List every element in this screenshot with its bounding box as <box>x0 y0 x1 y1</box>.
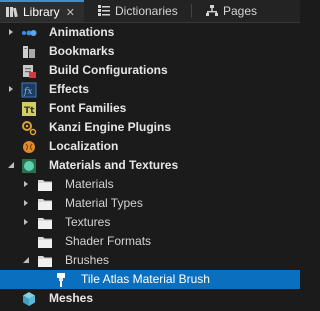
collapse-arrow-icon[interactable] <box>7 161 15 169</box>
effects-icon: fx <box>21 82 37 98</box>
tree-item-textures[interactable]: Textures <box>0 213 300 232</box>
tab-label: Dictionaries <box>115 4 178 18</box>
tree-item-label: Bookmarks <box>49 44 115 58</box>
tree-item-label: Tile Atlas Material Brush <box>81 272 210 286</box>
svg-text:Tt: Tt <box>24 106 35 116</box>
tree-item-materials[interactable]: Materials <box>0 175 300 194</box>
expand-arrow-icon[interactable] <box>7 28 15 36</box>
tree-item-label: Localization <box>49 139 119 153</box>
dictionaries-icon <box>97 4 111 18</box>
pages-icon <box>205 4 219 18</box>
tree-item-label: Textures <box>65 215 111 229</box>
folder-icon <box>37 234 53 250</box>
expand-arrow-icon[interactable] <box>22 218 30 226</box>
tree-item-label: Shader Formats <box>65 234 152 248</box>
close-icon[interactable]: ✕ <box>66 6 75 19</box>
tree-item-material-types[interactable]: Material Types <box>0 194 300 213</box>
brush-icon <box>53 272 69 288</box>
tree-item-localization[interactable]: Localization <box>0 137 300 156</box>
tree-item-tile-atlas-material-brush[interactable]: Tile Atlas Material Brush <box>0 270 300 289</box>
tab-library[interactable]: Library ✕ <box>0 0 84 22</box>
font-icon: Tt <box>21 101 37 117</box>
expand-arrow-icon[interactable] <box>22 199 30 207</box>
tab-bar: Library ✕ Dictionaries Pages <box>0 0 300 23</box>
tree-item-effects[interactable]: fx Effects <box>0 80 300 99</box>
tab-dictionaries[interactable]: Dictionaries <box>92 0 192 22</box>
collapse-arrow-icon[interactable] <box>22 256 30 264</box>
tree-item-brushes[interactable]: Brushes <box>0 251 300 270</box>
tree-item-label: Materials <box>65 177 114 191</box>
tree-item-label: Kanzi Engine Plugins <box>49 120 172 134</box>
mesh-icon <box>21 291 37 307</box>
tree-item-label: Material Types <box>65 196 143 210</box>
tree-item-label: Font Families <box>49 101 127 115</box>
plugin-icon <box>21 120 37 136</box>
tab-label: Library <box>23 5 60 19</box>
folder-icon <box>37 196 53 212</box>
tree-item-label: Materials and Textures <box>49 158 179 172</box>
svg-text:fx: fx <box>23 87 32 97</box>
tree-item-kanzi-engine-plugins[interactable]: Kanzi Engine Plugins <box>0 118 300 137</box>
tab-label: Pages <box>223 4 258 18</box>
bookmark-icon <box>21 44 37 60</box>
animation-icon <box>21 25 37 41</box>
expand-arrow-icon[interactable] <box>7 85 15 93</box>
folder-icon <box>37 253 53 269</box>
localization-icon <box>21 139 37 155</box>
tree-item-animations[interactable]: Animations <box>0 23 300 42</box>
tree-item-font-families[interactable]: Tt Font Families <box>0 99 300 118</box>
library-icon <box>5 5 19 19</box>
tab-pages[interactable]: Pages <box>200 0 280 22</box>
folder-icon <box>37 177 53 193</box>
tree-item-meshes[interactable]: Meshes <box>0 289 300 308</box>
materials-icon <box>21 158 37 174</box>
folder-icon <box>37 215 53 231</box>
tree-item-label: Effects <box>49 82 90 96</box>
tree-item-shader-formats[interactable]: Shader Formats <box>0 232 300 251</box>
tree-item-label: Animations <box>49 25 115 39</box>
tree-item-label: Build Configurations <box>49 63 168 77</box>
tree-item-bookmarks[interactable]: Bookmarks <box>0 42 300 61</box>
expand-arrow-icon[interactable] <box>22 180 30 188</box>
tree-item-label: Meshes <box>49 291 94 305</box>
tree-item-materials-and-textures[interactable]: Materials and Textures <box>0 156 300 175</box>
build-config-icon <box>21 63 37 79</box>
tree-item-build-configurations[interactable]: Build Configurations <box>0 61 300 80</box>
tree-item-label: Brushes <box>65 253 110 267</box>
